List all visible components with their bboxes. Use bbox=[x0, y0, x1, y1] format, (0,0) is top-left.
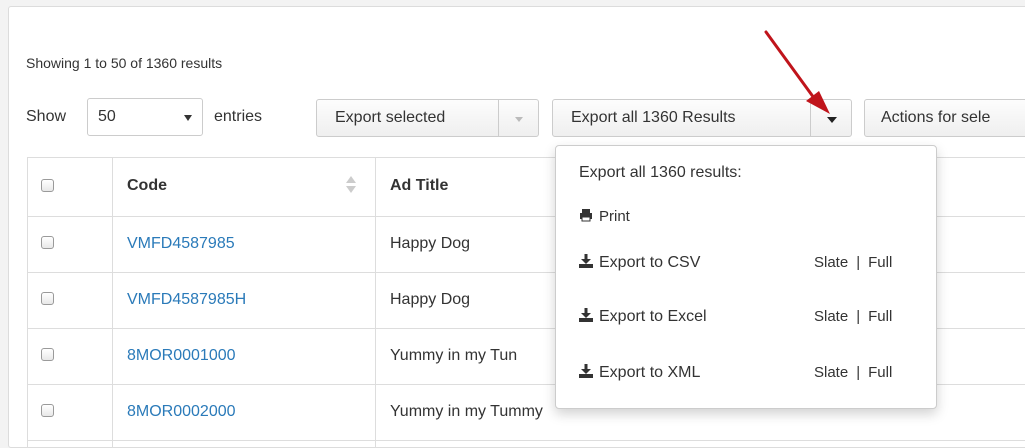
ad-title-cell: Yummy in my Tummy bbox=[390, 403, 543, 420]
code-link[interactable]: 8MOR0001000 bbox=[127, 347, 236, 365]
show-label: Show bbox=[26, 108, 67, 125]
excel-full-link[interactable]: Full bbox=[868, 308, 892, 325]
ad-title-cell: Yummy in my Tun bbox=[390, 347, 518, 364]
caret-down-icon bbox=[515, 117, 523, 122]
row-checkbox[interactable] bbox=[41, 292, 54, 305]
separator: | bbox=[856, 364, 861, 381]
separator: | bbox=[856, 308, 861, 325]
ad-title-cell: Happy Dog bbox=[390, 235, 471, 252]
export-all-button[interactable]: Export all 1360 Results bbox=[552, 99, 811, 137]
ad-title-cell: Happy Dog bbox=[390, 291, 471, 308]
menu-item-excel-label[interactable]: Export to Excel bbox=[599, 308, 707, 325]
results-summary: Showing 1 to 50 of 1360 results bbox=[26, 55, 223, 71]
excel-slate-link[interactable]: Slate bbox=[814, 308, 848, 325]
export-all-dropdown-menu: Export all 1360 results: Print Export to… bbox=[555, 145, 937, 409]
menu-item-print[interactable]: Print bbox=[579, 208, 630, 226]
csv-slate-link[interactable]: Slate bbox=[814, 254, 848, 271]
download-icon bbox=[579, 308, 593, 322]
caret-down-icon bbox=[827, 117, 837, 123]
download-icon bbox=[579, 254, 593, 268]
xml-full-link[interactable]: Full bbox=[868, 364, 892, 381]
actions-label: Actions for sele bbox=[881, 109, 991, 126]
row-checkbox[interactable] bbox=[41, 404, 54, 417]
export-all-dropdown-toggle[interactable] bbox=[810, 99, 852, 137]
entries-per-page-select[interactable]: 50 bbox=[87, 98, 203, 136]
export-selected-dropdown-toggle[interactable] bbox=[498, 99, 539, 137]
export-selected-button[interactable]: Export selected bbox=[316, 99, 499, 137]
dropdown-header: Export all 1360 results: bbox=[579, 164, 742, 181]
csv-format-options: Slate | Full bbox=[814, 254, 892, 271]
chevron-down-icon bbox=[184, 115, 192, 121]
menu-item-xml-label[interactable]: Export to XML bbox=[599, 364, 700, 381]
code-link[interactable]: VMFD4587985H bbox=[127, 291, 246, 309]
menu-item-export-excel: Export to Excel Slate | Full bbox=[579, 308, 892, 326]
menu-item-print-label: Print bbox=[599, 208, 630, 225]
download-icon bbox=[579, 364, 593, 378]
excel-format-options: Slate | Full bbox=[814, 308, 892, 325]
code-link[interactable]: 8MOR0002000 bbox=[127, 403, 236, 421]
xml-format-options: Slate | Full bbox=[814, 364, 892, 381]
code-link[interactable]: VMFD4587985 bbox=[127, 235, 235, 253]
print-icon bbox=[580, 209, 592, 222]
separator: | bbox=[856, 254, 861, 271]
row-checkbox[interactable] bbox=[41, 348, 54, 361]
entries-select-value: 50 bbox=[98, 108, 116, 125]
menu-item-export-xml: Export to XML Slate | Full bbox=[579, 364, 892, 382]
menu-item-export-csv: Export to CSV Slate | Full bbox=[579, 254, 892, 272]
export-all-label: Export all 1360 Results bbox=[571, 109, 736, 126]
export-selected-label: Export selected bbox=[335, 109, 446, 126]
column-header-code[interactable]: Code bbox=[127, 177, 167, 195]
menu-item-csv-label[interactable]: Export to CSV bbox=[599, 254, 700, 271]
entries-label: entries bbox=[214, 108, 263, 125]
xml-slate-link[interactable]: Slate bbox=[814, 364, 848, 381]
sort-icon[interactable] bbox=[346, 176, 356, 194]
actions-for-selected-button[interactable]: Actions for sele bbox=[864, 99, 1025, 137]
csv-full-link[interactable]: Full bbox=[868, 254, 892, 271]
column-header-ad-title[interactable]: Ad Title bbox=[390, 177, 448, 195]
row-checkbox[interactable] bbox=[41, 236, 54, 249]
select-all-checkbox[interactable] bbox=[41, 179, 54, 192]
